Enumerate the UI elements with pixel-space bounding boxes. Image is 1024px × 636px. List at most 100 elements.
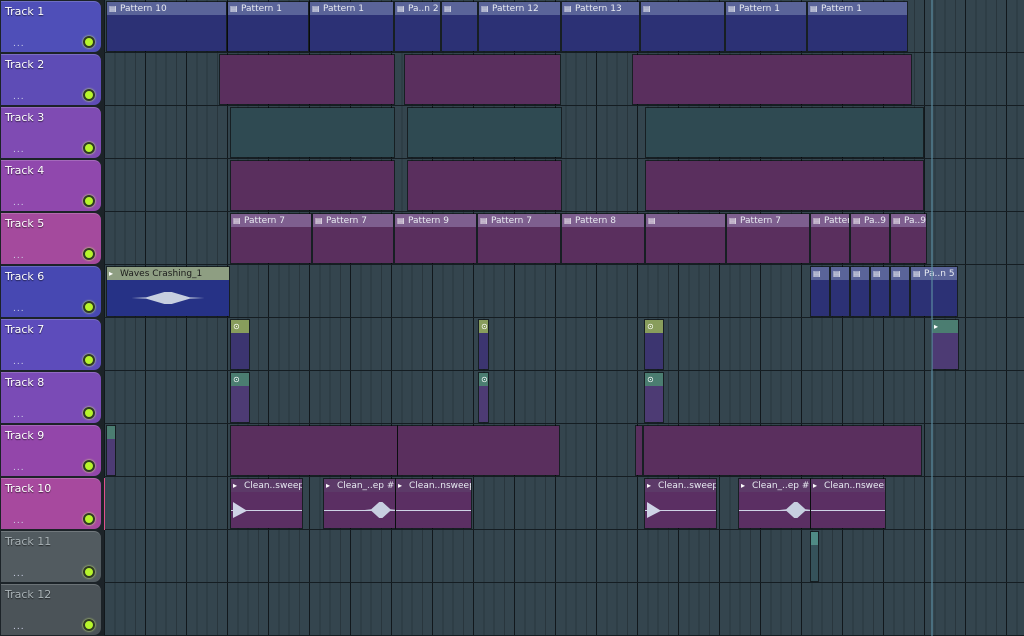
pattern-clip[interactable]: ▤ Pattern 1	[725, 1, 807, 52]
pattern-clip[interactable]	[643, 425, 922, 476]
track-options-dots[interactable]: ...	[13, 623, 25, 632]
track-enable-led-icon[interactable]	[83, 619, 95, 631]
pattern-clip[interactable]: ▤	[645, 213, 726, 264]
track-options-dots[interactable]: ...	[13, 570, 25, 579]
automation-clip[interactable]: ⊙	[478, 372, 489, 423]
pattern-clip[interactable]: ▤	[870, 266, 890, 317]
pattern-clip[interactable]	[230, 425, 398, 476]
pattern-clip[interactable]	[230, 107, 395, 158]
pattern-clip[interactable]: ▤	[830, 266, 850, 317]
track-header-1[interactable]: Track 1...	[1, 1, 101, 52]
track-options-dots[interactable]: ...	[13, 517, 25, 526]
audio-clip[interactable]: ▸ Clean..sweep	[230, 478, 303, 529]
track-options-dots[interactable]: ...	[13, 252, 25, 261]
pattern-clip[interactable]: ▤	[441, 1, 478, 52]
track-header-6[interactable]: Track 6...	[1, 266, 101, 317]
automation-icon: ⊙	[647, 322, 654, 331]
pattern-clip[interactable]: ▤ Pa..n 2	[394, 1, 441, 52]
track-enable-led-icon[interactable]	[83, 142, 95, 154]
track-enable-led-icon[interactable]	[83, 407, 95, 419]
clip-body	[220, 55, 394, 104]
pattern-clip[interactable]: ▤	[890, 266, 910, 317]
automation-clip[interactable]: ⊙	[230, 319, 250, 370]
pattern-clip[interactable]: ▤ Pattern 9	[394, 213, 477, 264]
track-enable-led-icon[interactable]	[83, 460, 95, 472]
pattern-clip[interactable]	[397, 425, 560, 476]
track-options-dots[interactable]: ...	[13, 464, 25, 473]
pattern-clip[interactable]	[219, 54, 395, 105]
track-options-dots[interactable]: ...	[13, 146, 25, 155]
pattern-clip[interactable]	[645, 160, 924, 211]
track-enable-led-icon[interactable]	[83, 301, 95, 313]
audio-clip[interactable]: ▸ Clean_..ep #2	[323, 478, 396, 529]
clip-body	[645, 492, 716, 528]
audio-clip[interactable]: ▸ Clean_..ep #2	[738, 478, 811, 529]
pattern-clip[interactable]	[404, 54, 561, 105]
pattern-clip[interactable]: ▤	[810, 266, 830, 317]
clip-body	[107, 439, 115, 475]
pattern-clip[interactable]: ▤Pattern 7	[810, 213, 850, 264]
track-header-8[interactable]: Track 8...	[1, 372, 101, 423]
pattern-clip[interactable]: ▤ Pattern 10	[106, 1, 227, 52]
audio-clip[interactable]: ▸ Clean..nsweep	[810, 478, 886, 529]
automation-clip[interactable]: ⊙	[644, 319, 664, 370]
track-header-9[interactable]: Track 9...	[1, 425, 101, 476]
pattern-clip[interactable]: ▤	[850, 266, 870, 317]
track-options-dots[interactable]: ...	[13, 93, 25, 102]
track-enable-led-icon[interactable]	[83, 354, 95, 366]
pattern-clip[interactable]	[407, 160, 562, 211]
pattern-clip[interactable]: ▤ Pattern 1	[309, 1, 394, 52]
pattern-clip[interactable]: ▤ Pattern 1	[227, 1, 309, 52]
pattern-clip[interactable]: ▤ Pattern 13	[561, 1, 640, 52]
track-enable-led-icon[interactable]	[83, 248, 95, 260]
pattern-clip[interactable]: ▤	[640, 1, 725, 52]
pattern-clip[interactable]	[810, 531, 819, 582]
track-name: Track 5	[5, 217, 45, 230]
pattern-clip[interactable]: ▤Pattern 7	[230, 213, 312, 264]
playlist-area[interactable]: ▤ Pattern 10 ▤ Pattern 1 ▤ Pattern 1 ▤ Pa..n 2 ▤…	[104, 0, 1024, 636]
pattern-clip[interactable]: ▤Pattern 7	[726, 213, 810, 264]
track-header-11[interactable]: Track 11...	[1, 531, 101, 582]
track-options-dots[interactable]: ...	[13, 411, 25, 420]
track-options-dots[interactable]: ...	[13, 358, 25, 367]
pattern-clip[interactable]: ▤ Pattern 8	[561, 213, 645, 264]
pattern-clip[interactable]: ▤ Pattern 1	[807, 1, 908, 52]
track-header-3[interactable]: Track 3...	[1, 107, 101, 158]
pattern-clip[interactable]	[106, 425, 116, 476]
automation-clip[interactable]: ⊙	[478, 319, 489, 370]
pattern-clip[interactable]	[407, 107, 562, 158]
pattern-clip[interactable]	[632, 54, 912, 105]
pattern-clip[interactable]: ▤ Pa..9	[890, 213, 927, 264]
automation-clip[interactable]: ⊙	[644, 372, 664, 423]
automation-clip[interactable]: ⊙	[230, 372, 250, 423]
track-options-dots[interactable]: ...	[13, 199, 25, 208]
pattern-clip[interactable]: ▤Pattern 7	[477, 213, 561, 264]
track-header-5[interactable]: Track 5...	[1, 213, 101, 264]
track-header-4[interactable]: Track 4...	[1, 160, 101, 211]
clip-body	[398, 426, 559, 475]
pattern-clip[interactable]: ▤ Pattern 12	[478, 1, 561, 52]
audio-clip[interactable]: ▸ Clean..sweep	[644, 478, 717, 529]
track-options-dots[interactable]: ...	[13, 40, 25, 49]
track-header-12[interactable]: Track 12...	[1, 584, 101, 635]
audio-clip[interactable]: ▸ Waves Crashing_1	[106, 266, 230, 317]
track-enable-led-icon[interactable]	[83, 89, 95, 101]
pattern-icon: ▤	[315, 216, 323, 225]
track-options-dots[interactable]: ...	[13, 305, 25, 314]
audio-clip[interactable]: ▸ Clean..nsweep	[395, 478, 472, 529]
pattern-clip[interactable]: ▤ Pa..9	[850, 213, 890, 264]
track-enable-led-icon[interactable]	[83, 513, 95, 525]
track-enable-led-icon[interactable]	[83, 36, 95, 48]
track-enable-led-icon[interactable]	[83, 566, 95, 578]
track-header-7[interactable]: Track 7...	[1, 319, 101, 370]
pattern-clip[interactable]	[645, 107, 924, 158]
pattern-clip[interactable]	[230, 160, 395, 211]
playhead[interactable]	[931, 0, 933, 636]
pattern-clip[interactable]: ▤ Pa..n 5	[910, 266, 958, 317]
track-header-2[interactable]: Track 2...	[1, 54, 101, 105]
track-header-10[interactable]: Track 10...	[1, 478, 101, 529]
audio-clip[interactable]: ▸	[931, 319, 959, 370]
pattern-clip[interactable]	[635, 425, 643, 476]
pattern-clip[interactable]: ▤Pattern 7	[312, 213, 394, 264]
track-enable-led-icon[interactable]	[83, 195, 95, 207]
